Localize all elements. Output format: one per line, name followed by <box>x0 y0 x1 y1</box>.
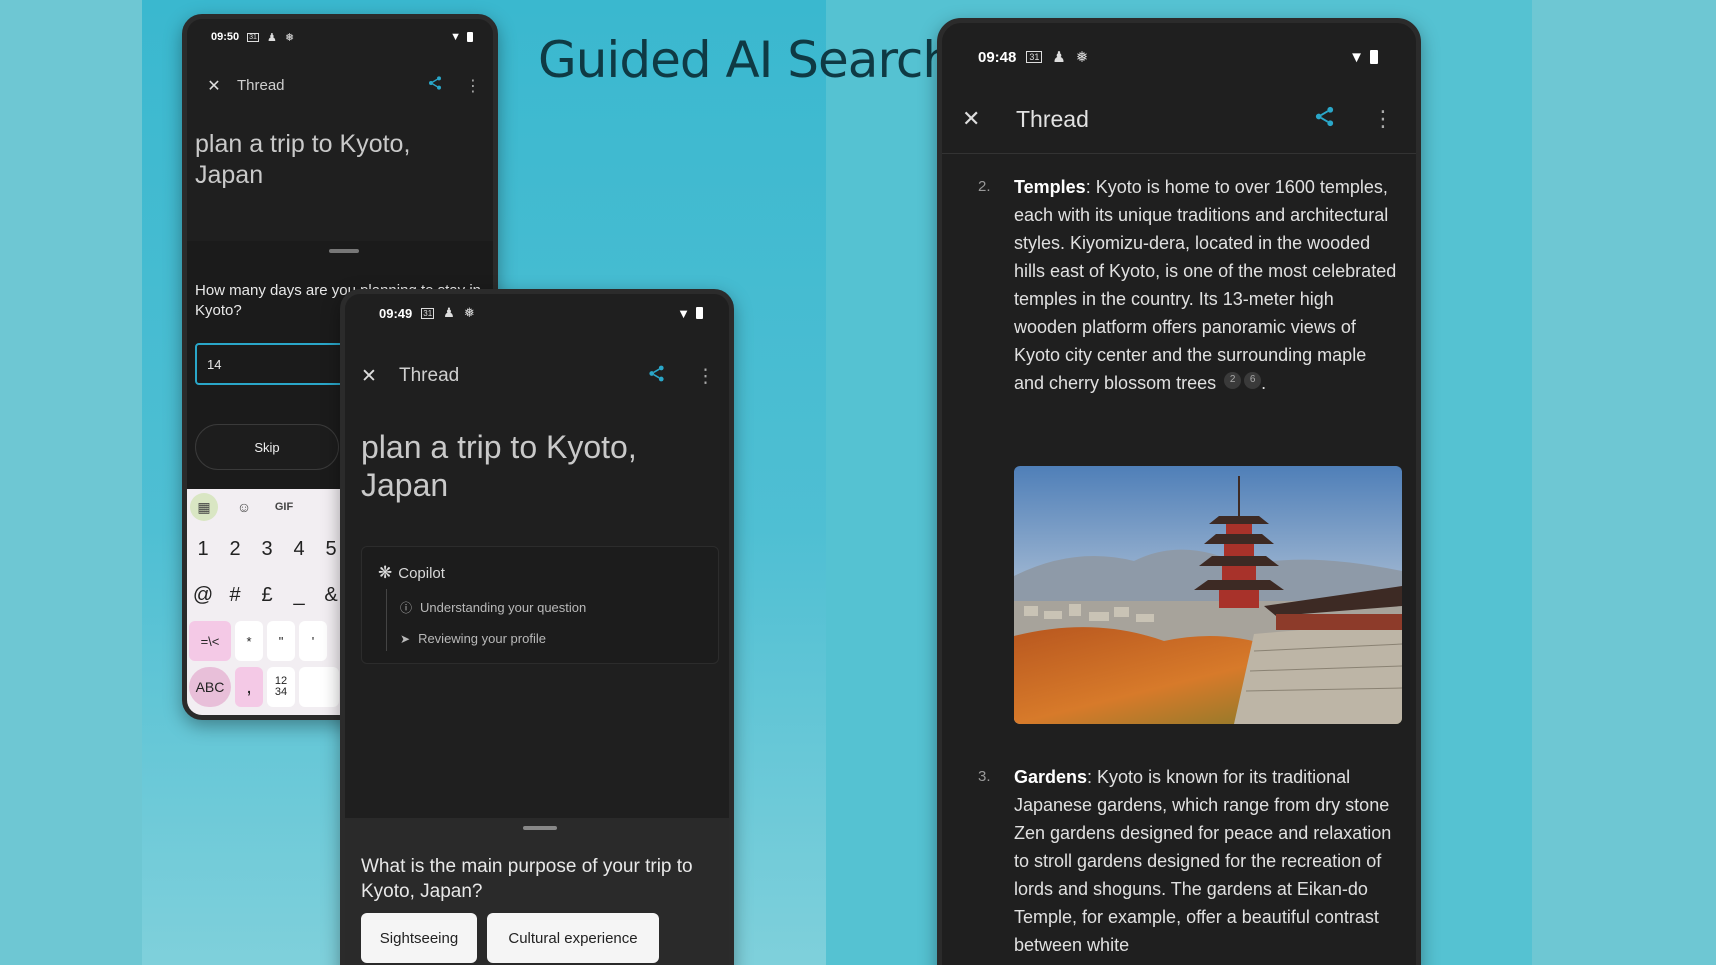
citation-badge[interactable]: 2 <box>1224 371 1242 389</box>
kyoto-temple-photo[interactable] <box>1014 466 1402 724</box>
status-bar: 09:48 31 ♟ ❅ ▼ <box>942 35 1416 79</box>
share-icon[interactable] <box>1313 105 1336 134</box>
key[interactable]: # <box>221 575 249 615</box>
abc-key[interactable]: ABC <box>189 667 231 707</box>
copilot-header: ❋ Copilot <box>378 563 445 583</box>
copilot-step: ⓘ Understanding your question <box>400 599 586 616</box>
person-icon: ♟ <box>266 31 277 44</box>
close-icon[interactable]: ✕ <box>199 76 229 96</box>
close-icon[interactable]: ✕ <box>962 106 986 132</box>
send-icon: ➤ <box>400 631 411 646</box>
question-text: What is the main purpose of your trip to… <box>361 856 693 902</box>
calendar-icon: 31 <box>421 307 435 319</box>
list-number: 2. <box>978 178 991 195</box>
comma-key[interactable]: , <box>235 667 263 707</box>
citation-badge[interactable]: 6 <box>1244 371 1262 389</box>
background-right <box>1532 0 1716 965</box>
wifi-icon: ▼ <box>677 305 690 321</box>
key[interactable]: £ <box>253 575 281 615</box>
key[interactable]: * <box>235 621 263 661</box>
copilot-step: ➤ Reviewing your profile <box>400 631 546 646</box>
status-time: 09:50 <box>211 31 240 43</box>
battery-icon <box>696 307 703 319</box>
temple-illustration <box>1014 466 1402 724</box>
question-circle-icon: ⓘ <box>400 601 413 615</box>
query-text: plan a trip to Kyoto, Japan <box>361 429 637 503</box>
key[interactable]: 2 <box>221 529 249 569</box>
key[interactable]: 4 <box>285 529 313 569</box>
apps-grid-icon[interactable]: ▦ <box>190 493 218 521</box>
list-number: 3. <box>978 768 991 785</box>
key[interactable]: 3 <box>253 529 281 569</box>
thread-title: Thread <box>399 365 460 386</box>
option-chip-sightseeing[interactable]: Sightseeing <box>361 913 477 963</box>
share-icon[interactable] <box>427 75 443 96</box>
copilot-icon: ❋ <box>378 563 393 582</box>
option-chip-cultural-experience[interactable]: Cultural experience <box>487 913 659 963</box>
status-bar: 09:49 31 ♟ ❅ ▼ <box>345 294 729 332</box>
copilot-step-label: Understanding your question <box>420 600 587 615</box>
fan-icon: ❅ <box>284 31 295 44</box>
person-icon: ♟ <box>1052 49 1066 66</box>
thread-title: Thread <box>1016 105 1089 132</box>
battery-icon <box>467 32 473 42</box>
thread-title: Thread <box>237 77 285 94</box>
status-bar: 09:50 31 ♟ ❅ ▼ <box>187 19 493 55</box>
query-text: plan a trip to Kyoto, Japan <box>195 130 411 189</box>
app-bar: ✕ Thread ⋮ <box>187 75 493 96</box>
sticker-icon[interactable]: ☺ <box>230 493 258 521</box>
more-options-icon[interactable]: ⋮ <box>1372 106 1394 132</box>
item-text: : Kyoto is known for its traditional Jap… <box>1014 767 1392 955</box>
more-options-icon[interactable]: ⋮ <box>696 365 715 388</box>
calendar-icon: 31 <box>1026 51 1043 63</box>
item-text: : Kyoto is home to over 1600 temples, ea… <box>1014 177 1397 393</box>
key[interactable]: ' <box>299 621 327 661</box>
space-key[interactable] <box>299 667 339 707</box>
more-symbols-key[interactable]: =\< <box>189 621 231 661</box>
item-text-end: . <box>1261 373 1267 393</box>
gif-button[interactable]: GIF <box>270 493 298 521</box>
item-heading: Temples <box>1014 177 1086 197</box>
more-options-icon[interactable]: ⋮ <box>465 76 481 96</box>
headline: Guided AI Search <box>538 31 954 89</box>
copilot-step-label: Reviewing your profile <box>418 631 546 646</box>
copilot-timeline <box>386 589 387 651</box>
list-item-body: Temples: Kyoto is home to over 1600 temp… <box>1014 173 1398 397</box>
wifi-icon: ▼ <box>450 31 461 43</box>
skip-button[interactable]: Skip <box>195 424 339 470</box>
copilot-card: ❋ Copilot ⓘ Understanding your question … <box>361 546 719 664</box>
item-heading: Gardens <box>1014 767 1088 787</box>
status-time: 09:49 <box>379 305 413 321</box>
list-item-temples: 2. Temples: Kyoto is home to over 1600 t… <box>978 173 1398 397</box>
question-sheet: What is the main purpose of your trip to… <box>345 818 729 965</box>
close-icon[interactable]: ✕ <box>361 365 381 388</box>
share-icon[interactable] <box>647 364 666 389</box>
calendar-icon: 31 <box>247 32 259 42</box>
battery-icon <box>1370 50 1378 64</box>
copilot-label: Copilot <box>398 564 445 582</box>
app-bar: ✕ Thread ⋮ <box>942 99 1416 139</box>
app-bar-divider <box>942 153 1416 154</box>
phone-screen-3: 09:48 31 ♟ ❅ ▼ ✕ Thread ⋮ 2. Temples: Ky… <box>937 18 1421 965</box>
wifi-icon: ▼ <box>1349 48 1364 66</box>
status-time: 09:48 <box>978 48 1017 66</box>
key[interactable]: " <box>267 621 295 661</box>
app-bar: ✕ Thread ⋮ <box>345 356 729 396</box>
key[interactable]: @ <box>189 575 217 615</box>
phone-screen-2: 09:49 31 ♟ ❅ ▼ ✕ Thread ⋮ plan a trip to… <box>340 289 734 965</box>
sheet-handle[interactable] <box>329 249 359 253</box>
fan-icon: ❅ <box>463 305 475 320</box>
fan-icon: ❅ <box>1075 49 1089 66</box>
list-item-body: Gardens: Kyoto is known for its traditio… <box>1014 763 1398 959</box>
person-icon: ♟ <box>443 305 455 320</box>
background-left <box>0 0 142 965</box>
key[interactable]: _ <box>285 575 313 615</box>
list-item-gardens: 3. Gardens: Kyoto is known for its tradi… <box>978 763 1398 959</box>
numpad-key[interactable]: 12 34 <box>267 667 295 707</box>
key[interactable]: 1 <box>189 529 217 569</box>
sheet-handle[interactable] <box>523 826 557 830</box>
